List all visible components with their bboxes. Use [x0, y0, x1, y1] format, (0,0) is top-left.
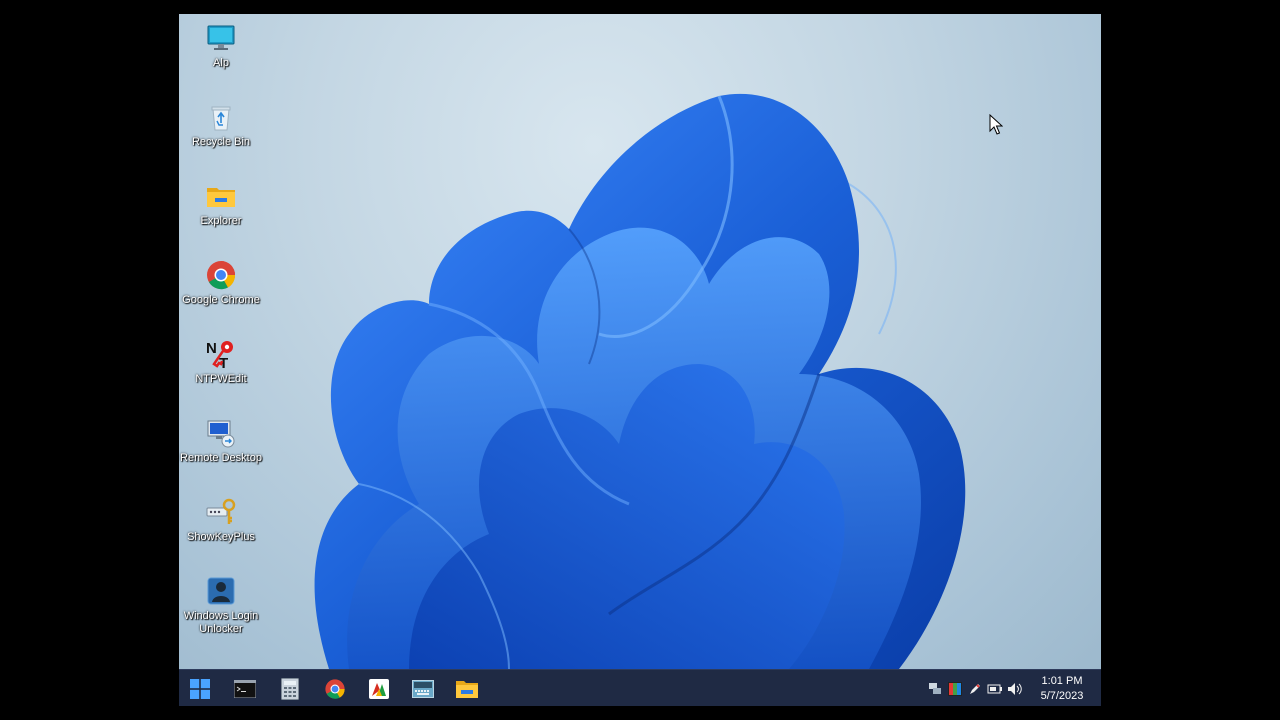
desktop-icon-label: ShowKeyPlus	[187, 531, 255, 543]
chrome-icon	[325, 679, 345, 699]
desktop-icon-remote-desktop[interactable]: Remote Desktop	[179, 417, 263, 465]
desktop-icon-label: Google Chrome	[182, 294, 260, 306]
desktop-icon-alp[interactable]: Alp	[179, 22, 263, 70]
keyboard-icon	[412, 680, 434, 698]
desktop-icon-recycle-bin[interactable]: Recycle Bin	[179, 101, 263, 149]
desktop-icon-label: Recycle Bin	[191, 136, 251, 148]
taskbar-chrome-button[interactable]	[320, 674, 350, 704]
desktop-icon-label: Explorer	[200, 215, 242, 227]
clock-time: 1:01 PM	[1041, 674, 1083, 687]
clock-date: 5/7/2023	[1040, 689, 1084, 702]
file-explorer-icon	[456, 681, 478, 698]
desktop-icon-showkeyplus[interactable]: ShowKeyPlus	[179, 496, 263, 544]
taskbar-calculator-button[interactable]	[275, 674, 305, 704]
desktop[interactable]: Alp Recycle Bin Explorer Google Chrome N…	[179, 14, 1101, 669]
recycle-bin-icon	[205, 101, 237, 133]
clock[interactable]: 1:01 PM 5/7/2023	[1033, 674, 1091, 704]
ntpwedit-icon: N T	[205, 338, 237, 372]
desktop-icon-explorer[interactable]: Explorer	[179, 180, 263, 228]
desktop-icon-google-chrome[interactable]: Google Chrome	[179, 259, 263, 307]
folder-icon	[205, 180, 237, 212]
system-tray: 1:01 PM 5/7/2023	[925, 670, 1101, 706]
desktop-icon-label: Remote Desktop	[180, 452, 262, 464]
login-unlocker-icon	[205, 575, 237, 607]
taskbar-app-button[interactable]	[364, 674, 394, 704]
network-icon[interactable]	[927, 681, 943, 697]
desktop-icon-windows-login-unlocker[interactable]: Windows Login Unlocker	[179, 575, 263, 636]
taskbar-file-explorer-button[interactable]	[452, 674, 482, 704]
volume-icon[interactable]	[1007, 681, 1023, 697]
desktop-icon-label: Alp	[213, 57, 229, 69]
start-button[interactable]	[185, 674, 215, 704]
app-icon	[369, 679, 389, 699]
taskbar: 1:01 PM 5/7/2023	[179, 669, 1101, 706]
desktop-icon-ntpwedit[interactable]: N T NTPWEdit	[179, 338, 263, 386]
chrome-icon	[205, 259, 237, 291]
monitor-icon	[205, 22, 237, 54]
taskbar-terminal-button[interactable]	[230, 674, 260, 704]
svg-text:N: N	[206, 340, 217, 357]
color-icon[interactable]	[947, 681, 963, 697]
mouse-cursor-icon	[989, 114, 1003, 135]
calculator-icon	[281, 678, 299, 700]
key-icon	[205, 496, 237, 528]
wallpaper-bloom	[314, 93, 966, 669]
desktop-icon-label: NTPWEdit	[195, 373, 247, 385]
screen: Alp Recycle Bin Explorer Google Chrome N…	[179, 14, 1101, 706]
desktop-icon-label: Windows Login Unlocker	[183, 610, 259, 635]
start-icon	[190, 679, 210, 699]
remote-desktop-icon	[205, 417, 237, 449]
taskbar-keyboard-button[interactable]	[408, 674, 438, 704]
pen-icon[interactable]	[967, 681, 983, 697]
battery-icon[interactable]	[987, 681, 1003, 697]
terminal-icon	[234, 680, 256, 698]
